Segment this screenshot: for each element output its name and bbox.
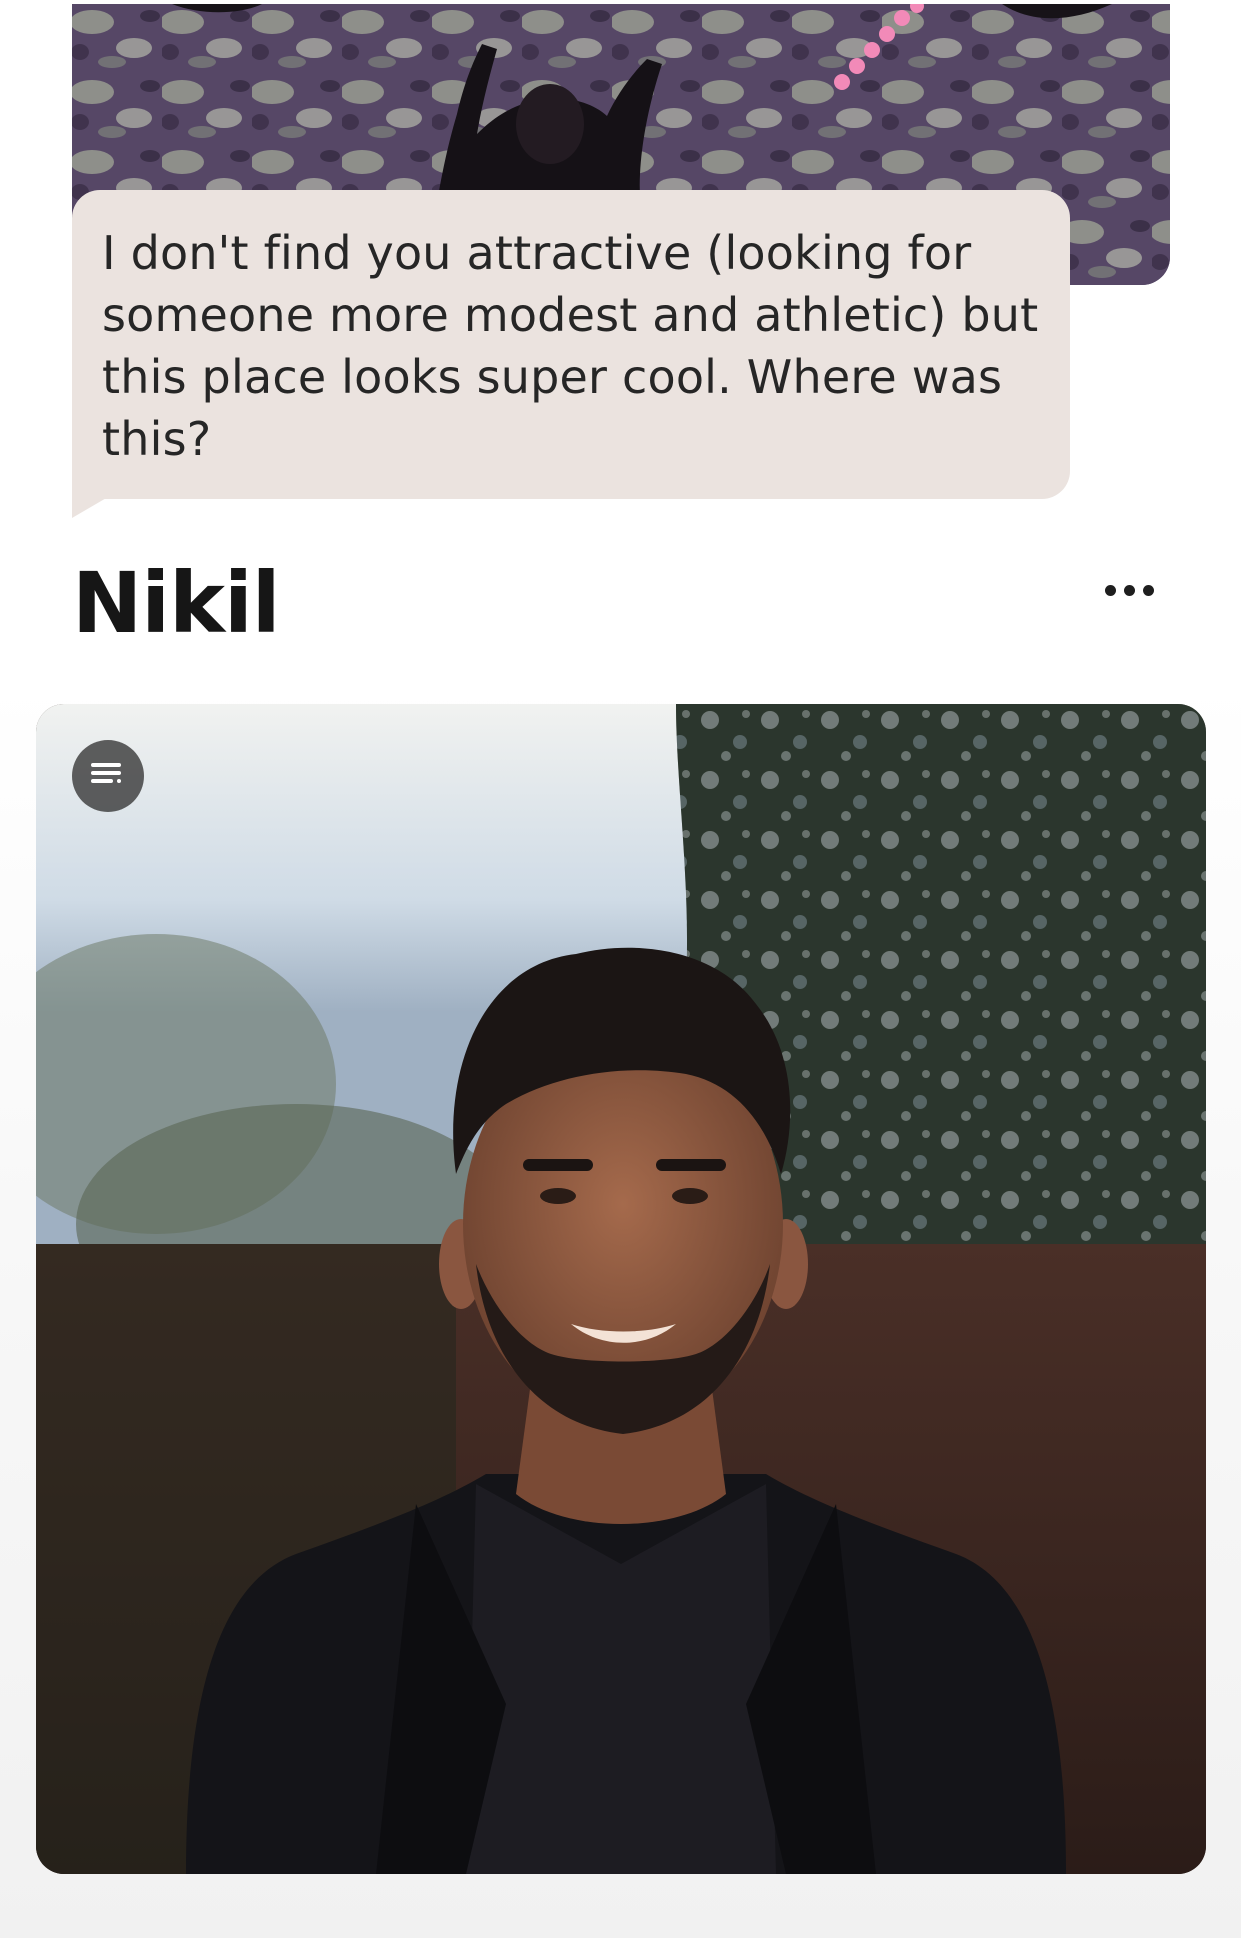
text-lines-icon bbox=[91, 763, 121, 783]
more-horizontal-icon-dot bbox=[1142, 584, 1154, 596]
comment-text: I don't find you attractive (looking for… bbox=[102, 226, 1039, 466]
prompt-toggle-button[interactable] bbox=[72, 740, 144, 812]
profile-name: Nikil bbox=[72, 554, 281, 652]
comment-bubble-tail bbox=[72, 497, 108, 518]
comment-bubble: I don't find you attractive (looking for… bbox=[72, 190, 1070, 499]
more-horizontal-icon-dot bbox=[1123, 584, 1135, 596]
more-horizontal-icon bbox=[1104, 584, 1116, 596]
more-options-button[interactable] bbox=[1094, 568, 1164, 612]
profile-photo[interactable] bbox=[36, 704, 1206, 1874]
